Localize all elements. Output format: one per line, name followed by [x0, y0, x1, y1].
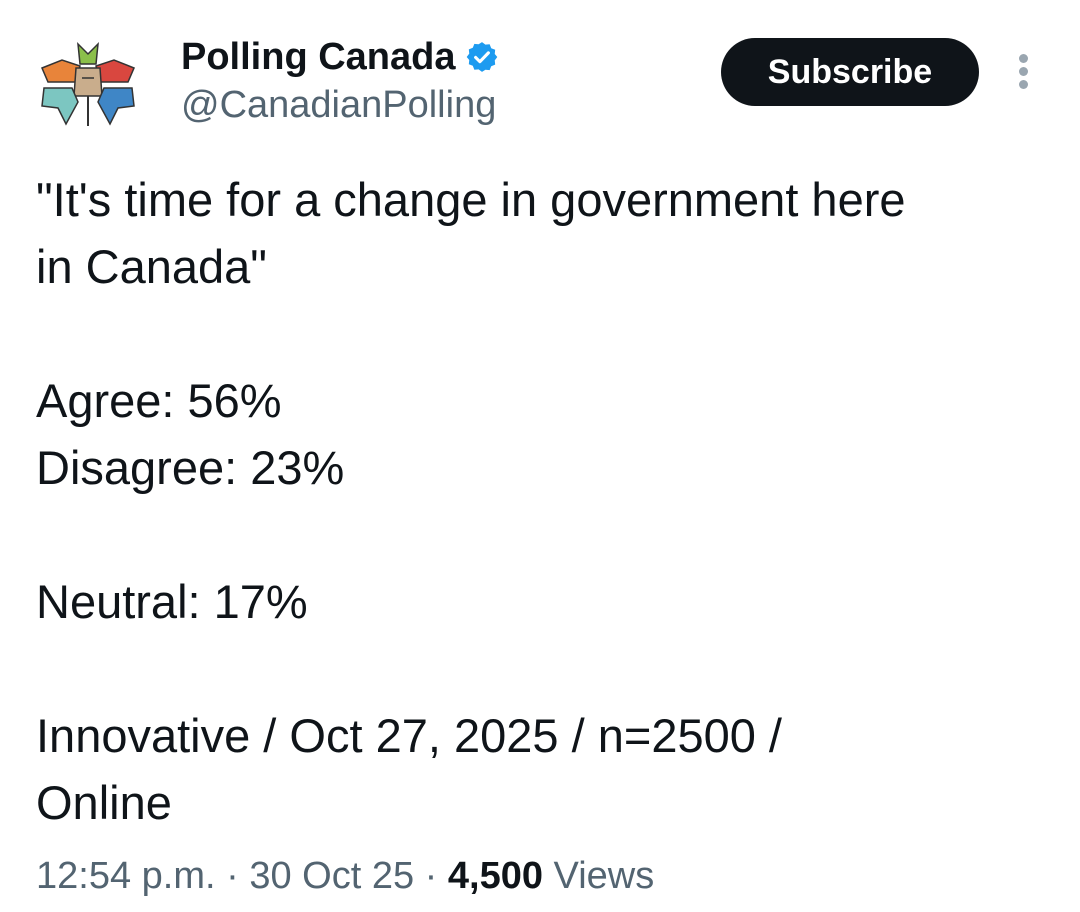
author-display-name[interactable]: Polling Canada [181, 34, 455, 80]
tweet-body: "It's time for a change in government he… [36, 166, 1046, 836]
tweet-meta: 12:54 p.m. · 30 Oct 25 · 4,500 Views [36, 852, 654, 900]
tweet-neutral: Neutral: 17% [36, 575, 308, 628]
subscribe-button[interactable]: Subscribe [721, 38, 979, 106]
more-dot [1019, 54, 1028, 63]
more-vertical-icon[interactable] [1010, 54, 1038, 90]
meta-separator: · [226, 855, 239, 897]
tweet-date[interactable]: 30 Oct 25 [249, 855, 414, 897]
tweet-source-line-1: Innovative / Oct 27, 2025 / n=2500 / [36, 709, 782, 762]
tweet-time[interactable]: 12:54 p.m. [36, 855, 216, 897]
views-label: Views [553, 855, 655, 897]
more-dot [1019, 80, 1028, 89]
meta-separator: · [424, 855, 438, 897]
tweet-disagree: Disagree: 23% [36, 441, 345, 494]
tweet-source-line-2: Online [36, 776, 172, 829]
tweet-quote-line-2: in Canada" [36, 240, 267, 293]
tweet-agree: Agree: 56% [36, 374, 282, 427]
more-dot [1019, 67, 1028, 76]
verified-badge-icon[interactable] [465, 40, 499, 74]
tweet-quote-line-1: "It's time for a change in government he… [36, 173, 906, 226]
avatar[interactable] [36, 38, 140, 130]
views-count[interactable]: 4,500 [448, 855, 543, 897]
author-handle[interactable]: @CanadianPolling [181, 82, 496, 128]
polling-canada-logo [41, 41, 135, 126]
author-name-row: Polling Canada [181, 34, 499, 80]
